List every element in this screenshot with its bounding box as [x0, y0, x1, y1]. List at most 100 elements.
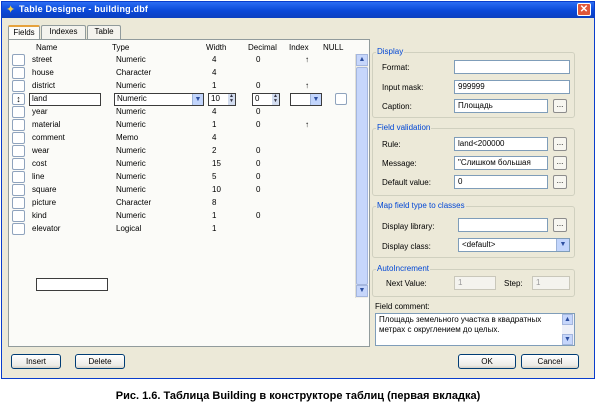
format-field[interactable] [454, 60, 570, 74]
null-checkbox[interactable] [335, 93, 347, 105]
row-selector[interactable] [12, 171, 25, 183]
scroll-down-icon[interactable]: ▼ [356, 285, 368, 297]
map-classes-group-title: Map field type to classes [376, 201, 466, 210]
display-library-field[interactable] [458, 218, 548, 232]
table-row[interactable]: house Character 4 [12, 67, 358, 80]
validation-group-title: Field validation [376, 123, 432, 132]
field-width: 2 [212, 146, 217, 155]
row-selector[interactable] [12, 119, 25, 131]
table-row[interactable]: cost Numeric 15 0 [12, 158, 358, 171]
title-bar[interactable]: ✦ Table Designer - building.dbf ✕ [2, 2, 594, 18]
spin-arrows-icon[interactable]: ▲ ▼ [272, 94, 279, 105]
grid-scrollbar[interactable]: ▲ ▼ [355, 54, 368, 298]
next-value-label: Next Value: [386, 279, 427, 288]
field-width-stepper[interactable]: 10 ▲ ▼ [208, 93, 236, 106]
table-row[interactable]: year Numeric 4 0 [12, 106, 358, 119]
ok-button[interactable]: OK [458, 354, 516, 369]
column-header-name: Name [36, 43, 58, 52]
spin-arrows-icon[interactable]: ▲ ▼ [228, 94, 235, 105]
close-button[interactable]: ✕ [577, 3, 591, 16]
scroll-down-icon[interactable]: ▼ [562, 334, 573, 345]
table-row[interactable]: street Numeric 4 0 ↑ [12, 54, 358, 67]
row-move-handle-icon[interactable]: ↕ [12, 93, 25, 105]
row-selector[interactable] [12, 184, 25, 196]
delete-button[interactable]: Delete [75, 354, 125, 369]
rule-builder-button[interactable]: ... [553, 137, 567, 151]
field-decimal: 0 [256, 55, 261, 64]
field-decimal: 0 [256, 107, 261, 116]
display-library-button[interactable]: ... [553, 218, 567, 232]
table-row[interactable]: ↕ land Numeric ▼ 10 ▲ ▼ 0 ▲ ▼ ▼ [12, 93, 358, 106]
table-row[interactable]: district Numeric 1 0 ↑ [12, 80, 358, 93]
field-name: cost [32, 159, 47, 168]
next-value-field[interactable]: 1 [454, 276, 496, 290]
tab-indexes[interactable]: Indexes [41, 25, 86, 39]
scroll-up-icon[interactable]: ▲ [356, 54, 368, 66]
message-field[interactable]: "Слишком большая [454, 156, 548, 170]
chevron-down-icon[interactable]: ▼ [310, 94, 321, 105]
input-mask-field[interactable]: 999999 [454, 80, 570, 94]
step-text: 1 [536, 278, 541, 287]
field-decimal: 0 [256, 146, 261, 155]
row-selector[interactable] [12, 67, 25, 79]
table-row[interactable]: line Numeric 5 0 [12, 171, 358, 184]
field-name: street [32, 55, 53, 64]
chevron-down-icon[interactable]: ▼ [192, 94, 203, 105]
row-selector[interactable] [12, 132, 25, 144]
tab-table[interactable]: Table [87, 25, 121, 39]
row-selector[interactable] [12, 106, 25, 118]
chevron-down-icon[interactable]: ▼ [556, 239, 569, 251]
field-comment-textarea[interactable]: Площадь земельного участка в квадратных … [375, 313, 575, 346]
next-value-text: 1 [458, 278, 463, 287]
cancel-button[interactable]: Cancel [521, 354, 579, 369]
row-selector[interactable] [12, 210, 25, 222]
field-name-text: land [32, 94, 48, 103]
default-builder-button[interactable]: ... [553, 175, 567, 189]
field-name: wear [32, 146, 50, 155]
table-row[interactable]: comment Memo 4 [12, 132, 358, 145]
row-selector[interactable] [12, 145, 25, 157]
field-type: Numeric [116, 211, 146, 220]
new-field-name-input[interactable] [36, 278, 108, 291]
tab-fields[interactable]: Fields [8, 25, 40, 40]
row-selector[interactable] [12, 223, 25, 235]
scroll-thumb[interactable] [356, 67, 368, 285]
table-row[interactable]: wear Numeric 2 0 [12, 145, 358, 158]
table-row[interactable]: kind Numeric 1 0 [12, 210, 358, 223]
row-selector[interactable] [12, 197, 25, 209]
table-row[interactable]: square Numeric 10 0 [12, 184, 358, 197]
insert-button[interactable]: Insert [11, 354, 61, 369]
field-index-dropdown[interactable]: ▼ [290, 93, 322, 106]
display-class-dropdown[interactable]: <default> ▼ [458, 238, 570, 252]
field-width: 8 [212, 198, 217, 207]
index-arrow-icon: ↑ [305, 120, 309, 129]
table-row[interactable]: material Numeric 1 0 ↑ [12, 119, 358, 132]
field-type: Character [116, 68, 152, 77]
fields-panel: Name Type Width Decimal Index NULL stree… [8, 39, 370, 347]
field-decimal-stepper[interactable]: 0 ▲ ▼ [252, 93, 280, 106]
caption-builder-button[interactable]: ... [553, 99, 567, 113]
scroll-up-icon[interactable]: ▲ [562, 314, 573, 325]
step-label: Step: [504, 279, 523, 288]
field-width: 4 [212, 133, 217, 142]
display-class-value: <default> [462, 240, 496, 249]
autoincrement-group-title: AutoIncrement [376, 264, 431, 273]
rule-field[interactable]: land<200000 [454, 137, 548, 151]
field-width: 10 [212, 185, 221, 194]
default-value-field[interactable]: 0 [454, 175, 548, 189]
step-field[interactable]: 1 [532, 276, 570, 290]
default-value-label: Default value: [382, 178, 431, 187]
row-selector[interactable] [12, 158, 25, 170]
comment-scrollbar[interactable]: ▲ ▼ [562, 314, 574, 345]
table-row[interactable]: elevator Logical 1 [12, 223, 358, 236]
message-builder-button[interactable]: ... [553, 156, 567, 170]
row-selector[interactable] [12, 54, 25, 66]
row-selector[interactable] [12, 80, 25, 92]
field-decimal: 0 [256, 81, 261, 90]
field-name: year [32, 107, 48, 116]
caption-field[interactable]: Площадь [454, 99, 548, 113]
app-icon: ✦ [6, 4, 16, 16]
field-type-dropdown[interactable]: Numeric ▼ [114, 93, 204, 106]
field-name-input[interactable]: land [29, 93, 101, 106]
table-row[interactable]: picture Character 8 [12, 197, 358, 210]
